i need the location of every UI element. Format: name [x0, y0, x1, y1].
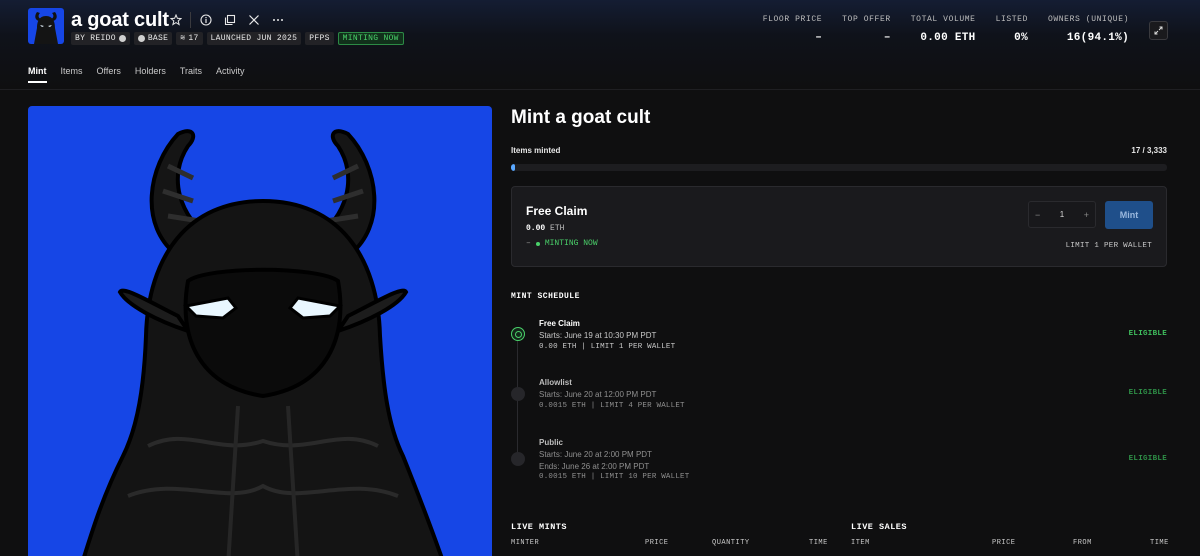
minting-status-badge: MINTING NOW	[337, 32, 404, 45]
stat-owners: OWNERS (UNIQUE) 16(94.1%)	[1048, 15, 1129, 44]
phase-name: Allowlist	[539, 378, 572, 387]
stat-label: TOTAL VOLUME	[910, 15, 976, 24]
live-dot-icon	[535, 241, 540, 246]
items-minted-count: 17 / 3,333	[1131, 146, 1167, 155]
phase-name: Public	[539, 438, 564, 447]
collection-badges: BY REIDO BASE ≋ 17 LAUNCHED JUN 2025 PFP…	[71, 32, 404, 45]
chain-label: BASE	[147, 34, 169, 43]
x-logo-icon[interactable]	[246, 12, 262, 28]
stat-label: LISTED	[995, 15, 1028, 24]
pending-phase-icon	[511, 452, 525, 466]
active-phase-card: Free Claim 0.00 ETH – MINTING NOW − 1 + …	[511, 186, 1167, 267]
mint-button[interactable]: Mint	[1105, 201, 1153, 229]
col-price[interactable]: PRICE	[992, 539, 1016, 547]
active-phase-icon	[511, 327, 525, 341]
collection-header: a goat cult BY REIDO BASE ≋ 17 LAUNCHED …	[0, 0, 1200, 90]
col-time[interactable]: TIME	[1150, 539, 1169, 547]
phase-detail: 0.00 ETH | LIMIT 1 PER WALLET	[539, 343, 676, 351]
wallet-limit: LIMIT 1 PER WALLET	[1065, 242, 1152, 250]
collection-stats: FLOOR PRICE – TOP OFFER – TOTAL VOLUME 0…	[743, 15, 1129, 44]
pending-phase-icon	[511, 387, 525, 401]
stat-label: FLOOR PRICE	[762, 15, 823, 24]
phase-detail: 0.0015 ETH | LIMIT 4 PER WALLET	[539, 402, 685, 410]
phase-eligibility: ELIGIBLE	[1128, 330, 1167, 338]
stat-value: 16(94.1%)	[1066, 32, 1129, 44]
stat-top-offer: TOP OFFER –	[842, 15, 891, 44]
col-time[interactable]: TIME	[809, 539, 828, 547]
status-dash: –	[526, 239, 531, 248]
tab-items[interactable]: Items	[61, 66, 83, 83]
tab-mint[interactable]: Mint	[28, 66, 47, 83]
decrement-button[interactable]: −	[1035, 210, 1040, 220]
phase-start: Starts: June 19 at 10:30 PM PDT	[539, 331, 657, 340]
collection-artwork	[28, 106, 492, 556]
col-minter[interactable]: MINTER	[511, 539, 539, 547]
collection-title: a goat cult	[71, 9, 169, 31]
col-from[interactable]: FROM	[1073, 539, 1092, 547]
collection-tabs: Mint Items Offers Holders Traits Activit…	[28, 66, 245, 83]
price-value: 0.00	[526, 224, 546, 233]
col-quantity[interactable]: QUANTITY	[712, 539, 750, 547]
mint-progress-bar	[511, 164, 1167, 171]
phase-name: Free Claim	[526, 204, 588, 218]
creator-label: BY REIDO	[75, 34, 116, 43]
phase-name: Free Claim	[539, 319, 580, 328]
tab-holders[interactable]: Holders	[135, 66, 166, 83]
phase-end: Ends: June 26 at 2:00 PM PDT	[539, 462, 650, 471]
info-icon[interactable]	[198, 12, 214, 28]
stat-value: –	[815, 32, 823, 44]
col-item[interactable]: ITEM	[851, 539, 870, 547]
phase-start: Starts: June 20 at 2:00 PM PDT	[539, 450, 652, 459]
verified-icon	[118, 35, 126, 42]
mint-progress-fill	[511, 164, 515, 171]
stat-label: OWNERS (UNIQUE)	[1047, 15, 1129, 24]
phase-start: Starts: June 20 at 12:00 PM PDT	[539, 390, 657, 399]
mint-schedule-heading: MINT SCHEDULE	[511, 292, 580, 301]
stat-value: 0%	[1014, 32, 1028, 44]
stat-total-volume: TOTAL VOLUME 0.00 ETH	[911, 15, 976, 44]
phase-detail: 0.0015 ETH | LIMIT 10 PER WALLET	[539, 473, 690, 481]
base-chain-icon	[137, 35, 145, 42]
quantity-value[interactable]: 1	[1060, 210, 1064, 219]
star-icon[interactable]	[168, 12, 184, 28]
live-sales-heading: LIVE SALES	[851, 522, 908, 532]
col-price[interactable]: PRICE	[645, 539, 669, 547]
collection-avatar	[28, 8, 64, 44]
items-minted-label: Items minted	[511, 146, 561, 155]
phase-status: – MINTING NOW	[526, 239, 598, 248]
more-icon[interactable]	[270, 12, 286, 28]
mint-title: Mint a goat cult	[511, 107, 651, 128]
stat-floor-price: FLOOR PRICE –	[763, 15, 822, 44]
expand-icon[interactable]	[1149, 21, 1168, 40]
stat-value: 0.00 ETH	[920, 32, 976, 44]
phase-eligibility: ELIGIBLE	[1128, 389, 1167, 397]
supply-label: 17	[188, 34, 199, 43]
stat-value: –	[883, 32, 891, 44]
stat-listed: LISTED 0%	[996, 15, 1028, 44]
copy-icon[interactable]	[222, 12, 238, 28]
creator-badge[interactable]: BY REIDO	[71, 32, 130, 45]
launch-badge: LAUNCHED JUN 2025	[206, 32, 302, 45]
category-badge[interactable]: PFPS	[305, 32, 334, 45]
status-label: MINTING NOW	[544, 239, 598, 248]
price-unit: ETH	[550, 224, 565, 233]
tab-offers[interactable]: Offers	[97, 66, 121, 83]
supply-badge: ≋ 17	[176, 32, 203, 45]
header-divider	[190, 12, 191, 28]
tab-activity[interactable]: Activity	[216, 66, 245, 83]
phase-price: 0.00 ETH	[526, 224, 564, 233]
quantity-stepper: − 1 +	[1028, 201, 1096, 228]
chain-badge: BASE	[133, 32, 173, 45]
increment-button[interactable]: +	[1084, 210, 1089, 220]
live-mints-heading: LIVE MINTS	[511, 522, 568, 532]
tab-traits[interactable]: Traits	[180, 66, 202, 83]
stat-label: TOP OFFER	[842, 15, 891, 24]
phase-eligibility: ELIGIBLE	[1128, 455, 1167, 463]
stack-icon: ≋	[180, 34, 186, 43]
